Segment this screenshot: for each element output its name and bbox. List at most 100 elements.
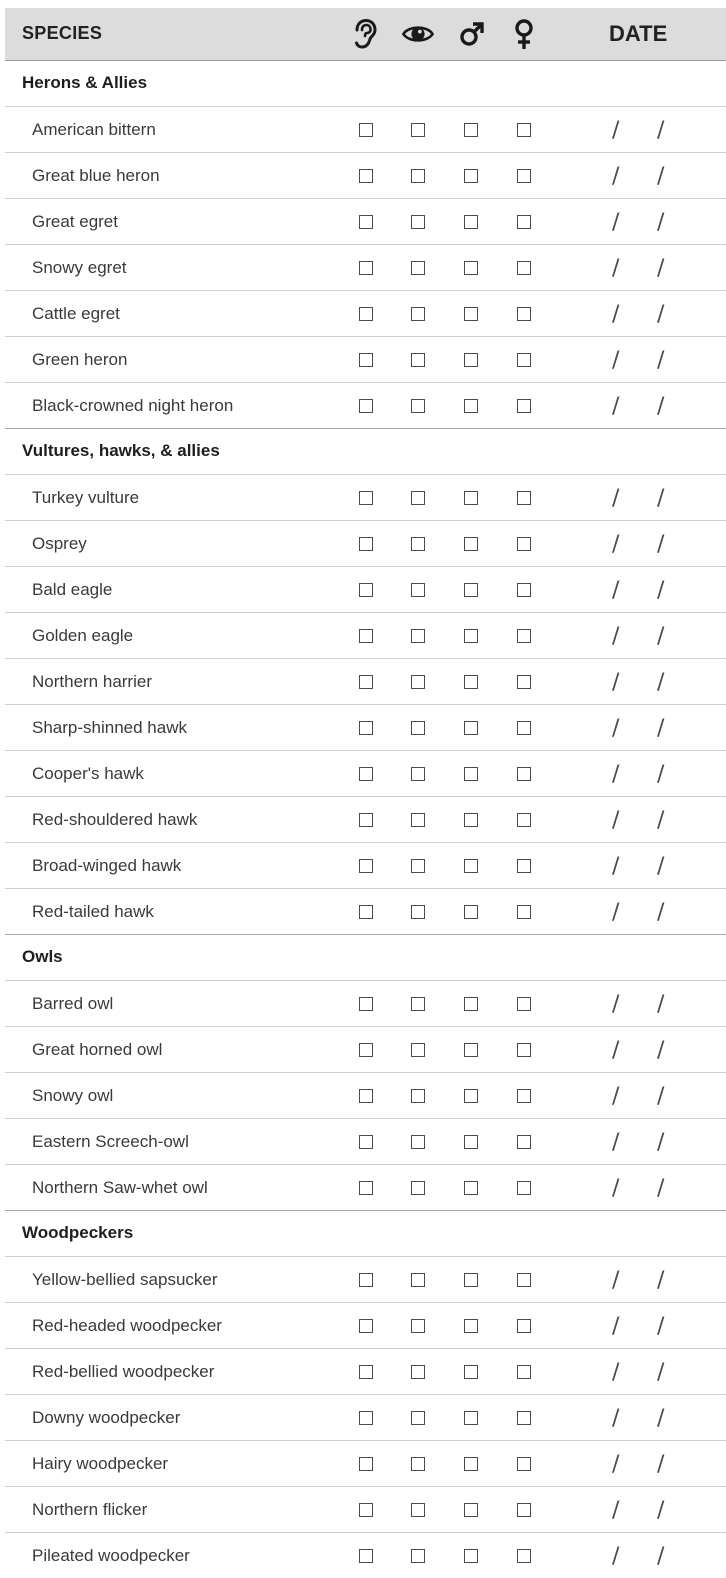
seen-checkbox[interactable] [411,997,425,1011]
seen-checkbox[interactable] [411,1411,425,1425]
female-checkbox[interactable] [517,1365,531,1379]
seen-checkbox[interactable] [411,215,425,229]
female-checkbox[interactable] [517,399,531,413]
seen-checkbox[interactable] [411,813,425,827]
female-checkbox[interactable] [517,583,531,597]
female-checkbox[interactable] [517,721,531,735]
heard-checkbox[interactable] [359,1319,373,1333]
seen-checkbox[interactable] [411,583,425,597]
heard-checkbox[interactable] [359,813,373,827]
female-checkbox[interactable] [517,675,531,689]
seen-checkbox[interactable] [411,1273,425,1287]
male-checkbox[interactable] [464,169,478,183]
seen-checkbox[interactable] [411,859,425,873]
female-checkbox[interactable] [517,215,531,229]
female-checkbox[interactable] [517,629,531,643]
female-checkbox[interactable] [517,997,531,1011]
seen-checkbox[interactable] [411,491,425,505]
male-checkbox[interactable] [464,767,478,781]
male-checkbox[interactable] [464,905,478,919]
heard-checkbox[interactable] [359,1503,373,1517]
seen-checkbox[interactable] [411,1319,425,1333]
male-checkbox[interactable] [464,675,478,689]
heard-checkbox[interactable] [359,629,373,643]
heard-checkbox[interactable] [359,353,373,367]
heard-checkbox[interactable] [359,215,373,229]
female-checkbox[interactable] [517,1549,531,1563]
male-checkbox[interactable] [464,1273,478,1287]
heard-checkbox[interactable] [359,399,373,413]
heard-checkbox[interactable] [359,491,373,505]
female-checkbox[interactable] [517,813,531,827]
seen-checkbox[interactable] [411,1135,425,1149]
heard-checkbox[interactable] [359,859,373,873]
heard-checkbox[interactable] [359,583,373,597]
male-checkbox[interactable] [464,307,478,321]
seen-checkbox[interactable] [411,1365,425,1379]
heard-checkbox[interactable] [359,1181,373,1195]
seen-checkbox[interactable] [411,1181,425,1195]
male-checkbox[interactable] [464,1043,478,1057]
seen-checkbox[interactable] [411,123,425,137]
seen-checkbox[interactable] [411,307,425,321]
female-checkbox[interactable] [517,1181,531,1195]
male-checkbox[interactable] [464,491,478,505]
male-checkbox[interactable] [464,721,478,735]
male-checkbox[interactable] [464,1089,478,1103]
female-checkbox[interactable] [517,1043,531,1057]
heard-checkbox[interactable] [359,997,373,1011]
seen-checkbox[interactable] [411,1089,425,1103]
heard-checkbox[interactable] [359,537,373,551]
male-checkbox[interactable] [464,813,478,827]
seen-checkbox[interactable] [411,721,425,735]
heard-checkbox[interactable] [359,1365,373,1379]
heard-checkbox[interactable] [359,1043,373,1057]
male-checkbox[interactable] [464,215,478,229]
seen-checkbox[interactable] [411,1549,425,1563]
male-checkbox[interactable] [464,399,478,413]
male-checkbox[interactable] [464,1181,478,1195]
heard-checkbox[interactable] [359,307,373,321]
female-checkbox[interactable] [517,261,531,275]
female-checkbox[interactable] [517,537,531,551]
heard-checkbox[interactable] [359,169,373,183]
seen-checkbox[interactable] [411,905,425,919]
heard-checkbox[interactable] [359,767,373,781]
female-checkbox[interactable] [517,491,531,505]
male-checkbox[interactable] [464,583,478,597]
male-checkbox[interactable] [464,859,478,873]
female-checkbox[interactable] [517,353,531,367]
female-checkbox[interactable] [517,169,531,183]
heard-checkbox[interactable] [359,1089,373,1103]
female-checkbox[interactable] [517,1135,531,1149]
male-checkbox[interactable] [464,1411,478,1425]
heard-checkbox[interactable] [359,1457,373,1471]
male-checkbox[interactable] [464,1457,478,1471]
male-checkbox[interactable] [464,1365,478,1379]
heard-checkbox[interactable] [359,721,373,735]
male-checkbox[interactable] [464,261,478,275]
male-checkbox[interactable] [464,123,478,137]
male-checkbox[interactable] [464,1135,478,1149]
female-checkbox[interactable] [517,1411,531,1425]
male-checkbox[interactable] [464,537,478,551]
seen-checkbox[interactable] [411,675,425,689]
heard-checkbox[interactable] [359,123,373,137]
female-checkbox[interactable] [517,123,531,137]
female-checkbox[interactable] [517,767,531,781]
male-checkbox[interactable] [464,1319,478,1333]
male-checkbox[interactable] [464,1503,478,1517]
seen-checkbox[interactable] [411,261,425,275]
male-checkbox[interactable] [464,629,478,643]
male-checkbox[interactable] [464,1549,478,1563]
seen-checkbox[interactable] [411,399,425,413]
heard-checkbox[interactable] [359,905,373,919]
heard-checkbox[interactable] [359,1549,373,1563]
female-checkbox[interactable] [517,307,531,321]
female-checkbox[interactable] [517,1273,531,1287]
seen-checkbox[interactable] [411,169,425,183]
seen-checkbox[interactable] [411,537,425,551]
female-checkbox[interactable] [517,859,531,873]
seen-checkbox[interactable] [411,1457,425,1471]
seen-checkbox[interactable] [411,1043,425,1057]
